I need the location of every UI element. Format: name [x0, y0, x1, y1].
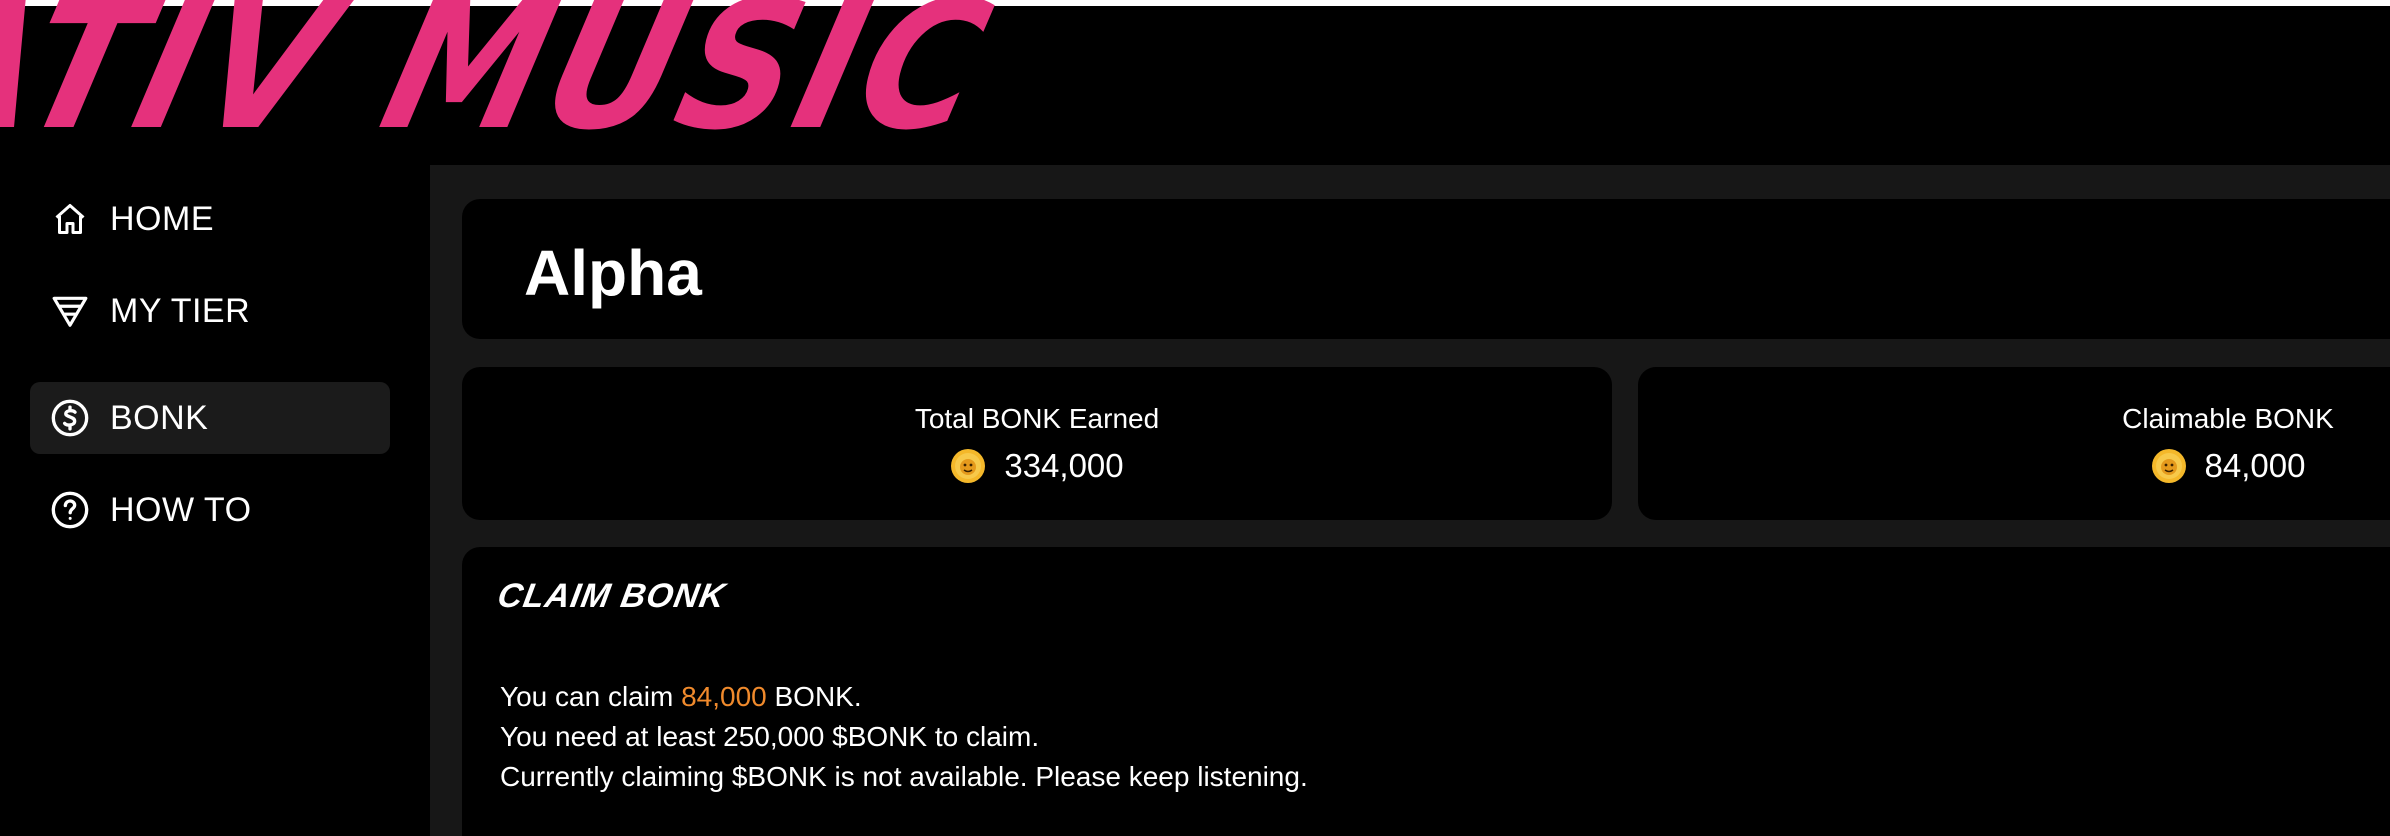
sidebar-item-how-to[interactable]: HOW TO — [30, 474, 390, 546]
question-circle-icon — [50, 490, 90, 530]
bonk-coin-icon — [951, 449, 986, 483]
sidebar-item-label: MY TIER — [110, 291, 251, 330]
sidebar-nav: HOME MY TIER BONK HOW TO — [0, 165, 430, 836]
stat-value-row: 334,000 — [462, 447, 1612, 485]
title-card: Alpha — [462, 199, 2390, 339]
claim-line-1: You can claim 84,000 BONK. — [500, 677, 1308, 717]
claimable-bonk-card: Claimable BONK 84,000 — [1638, 367, 2390, 520]
stat-value: 84,000 — [2204, 447, 2306, 484]
claimable-amount: 84,000 — [681, 681, 767, 712]
app-logo[interactable]: ATIV MUSIC — [0, 0, 1011, 170]
stat-value-row: 84,000 — [1728, 447, 2390, 485]
sidebar-item-label: HOW TO — [110, 490, 252, 529]
sidebar-item-home[interactable]: HOME — [30, 183, 390, 255]
page-title: Alpha — [524, 237, 702, 309]
claim-line-1-suffix: BONK. — [766, 681, 862, 712]
main-content: Alpha Total BONK Earned 334,000 Claimabl… — [430, 165, 2390, 836]
dollar-circle-icon — [50, 398, 90, 438]
app-page: ATIV MUSIC HOME MY TIER BONK HOW TO Alph… — [0, 0, 2390, 836]
sidebar-item-bonk[interactable]: BONK — [30, 382, 390, 454]
stat-label: Total BONK Earned — [914, 403, 1160, 434]
tier-icon — [50, 291, 90, 331]
home-icon — [50, 199, 90, 239]
sidebar-item-label: HOME — [110, 199, 214, 238]
claim-line-3: Currently claiming $BONK is not availabl… — [500, 761, 1308, 792]
sidebar-item-label: BONK — [110, 398, 209, 437]
claim-line-1-prefix: You can claim — [500, 681, 682, 712]
bonk-coin-icon — [2151, 449, 2186, 483]
claim-bonk-card: CLAIM BONK You can claim 84,000 BONK. Yo… — [462, 547, 2390, 836]
sidebar-item-my-tier[interactable]: MY TIER — [30, 275, 390, 347]
claim-heading: CLAIM BONK — [494, 577, 729, 615]
total-bonk-earned-card: Total BONK Earned 334,000 — [462, 367, 1612, 520]
stat-label: Claimable BONK — [2122, 403, 2334, 434]
claim-line-2: You need at least 250,000 $BONK to claim… — [500, 721, 1040, 752]
stat-value: 334,000 — [1004, 447, 1124, 484]
claim-info-text: You can claim 84,000 BONK. You need at l… — [500, 677, 1308, 797]
